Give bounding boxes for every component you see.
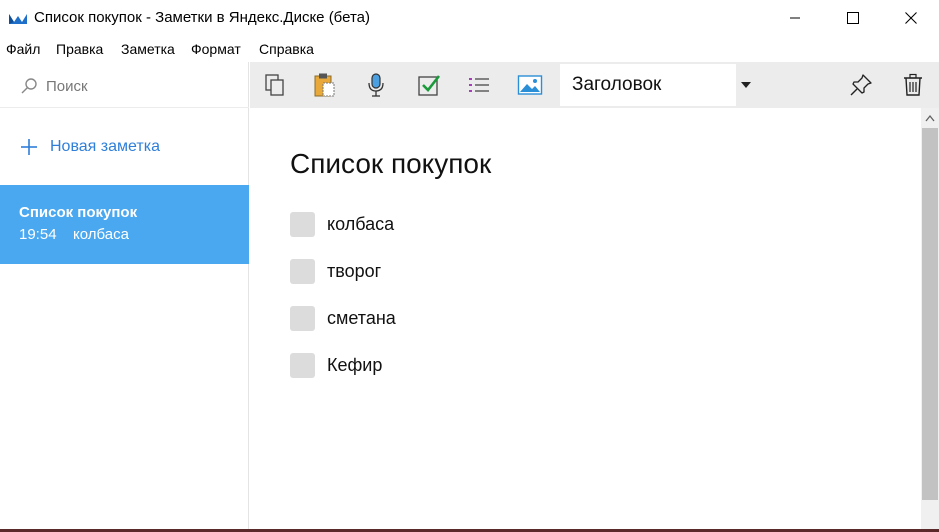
paste-button[interactable] <box>312 72 338 98</box>
minimize-icon <box>790 17 800 19</box>
sidebar: Новая заметка Список покупок 19:54 колба… <box>0 62 249 532</box>
search-bar <box>0 62 249 108</box>
vertical-scrollbar[interactable] <box>921 108 939 532</box>
close-button[interactable] <box>882 0 939 36</box>
note-item-preview: колбаса <box>73 226 129 243</box>
minimize-button[interactable] <box>766 0 824 36</box>
checklist-checkbox[interactable] <box>290 258 315 284</box>
text-style-select[interactable]: Заголовок <box>560 64 736 106</box>
checklist-item-text[interactable]: колбаса <box>327 214 394 235</box>
menu-file[interactable]: Файл <box>6 41 40 57</box>
note-list-item[interactable]: Список покупок 19:54 колбаса <box>0 185 249 264</box>
checklist-checkbox[interactable] <box>290 305 315 331</box>
checklist-checkbox[interactable] <box>290 352 315 378</box>
insert-image-button[interactable] <box>517 72 543 98</box>
checklist-item-text[interactable]: Кефир <box>327 355 382 376</box>
paste-icon <box>314 73 335 97</box>
maximize-icon <box>847 12 859 24</box>
voice-input-button[interactable] <box>363 72 389 98</box>
plus-icon <box>21 139 37 155</box>
image-icon <box>517 75 543 95</box>
search-icon <box>21 78 37 94</box>
pin-button[interactable] <box>848 72 874 98</box>
checklist-item: Кефир <box>290 352 382 378</box>
chevron-down-icon[interactable] <box>740 80 752 90</box>
menu-help[interactable]: Справка <box>259 41 314 57</box>
search-input[interactable] <box>46 74 236 98</box>
title-bar: Список покупок - Заметки в Яндекс.Диске … <box>0 0 939 36</box>
close-icon <box>905 12 917 24</box>
checklist-button[interactable] <box>416 72 442 98</box>
checkbox-icon <box>418 75 441 96</box>
pin-icon <box>850 74 872 96</box>
delete-button[interactable] <box>900 72 926 98</box>
menu-edit[interactable]: Правка <box>56 41 103 57</box>
checklist-item-text[interactable]: творог <box>327 261 381 282</box>
checklist-item: творог <box>290 258 381 284</box>
menu-format[interactable]: Формат <box>191 41 241 57</box>
copy-icon <box>265 74 284 96</box>
copy-button[interactable] <box>262 72 288 98</box>
scrollbar-thumb[interactable] <box>922 128 938 500</box>
note-item-title: Список покупок <box>19 204 138 221</box>
editor-toolbar: Заголовок <box>250 62 939 108</box>
trash-icon <box>904 73 922 96</box>
new-note-button[interactable]: Новая заметка <box>18 134 160 160</box>
yandex-notes-app-icon <box>9 14 27 24</box>
window-title: Список покупок - Заметки в Яндекс.Диске … <box>34 9 370 26</box>
checklist-item: сметана <box>290 305 396 331</box>
menu-note[interactable]: Заметка <box>121 41 175 57</box>
note-item-time: 19:54 <box>19 226 57 243</box>
note-title[interactable]: Список покупок <box>290 148 491 180</box>
menu-bar: Файл Правка Заметка Формат Справка <box>0 38 939 60</box>
new-note-label: Новая заметка <box>50 138 160 155</box>
checklist-item: колбаса <box>290 211 394 237</box>
checklist-item-text[interactable]: сметана <box>327 308 396 329</box>
bullet-list-button[interactable] <box>466 72 492 98</box>
microphone-icon <box>368 73 384 97</box>
checklist-checkbox[interactable] <box>290 211 315 237</box>
list-icon <box>469 78 489 92</box>
scroll-up-arrow-icon[interactable] <box>925 114 935 122</box>
maximize-button[interactable] <box>824 0 882 36</box>
note-editor[interactable]: Список покупок колбаса творог сметана Ке… <box>250 108 921 532</box>
